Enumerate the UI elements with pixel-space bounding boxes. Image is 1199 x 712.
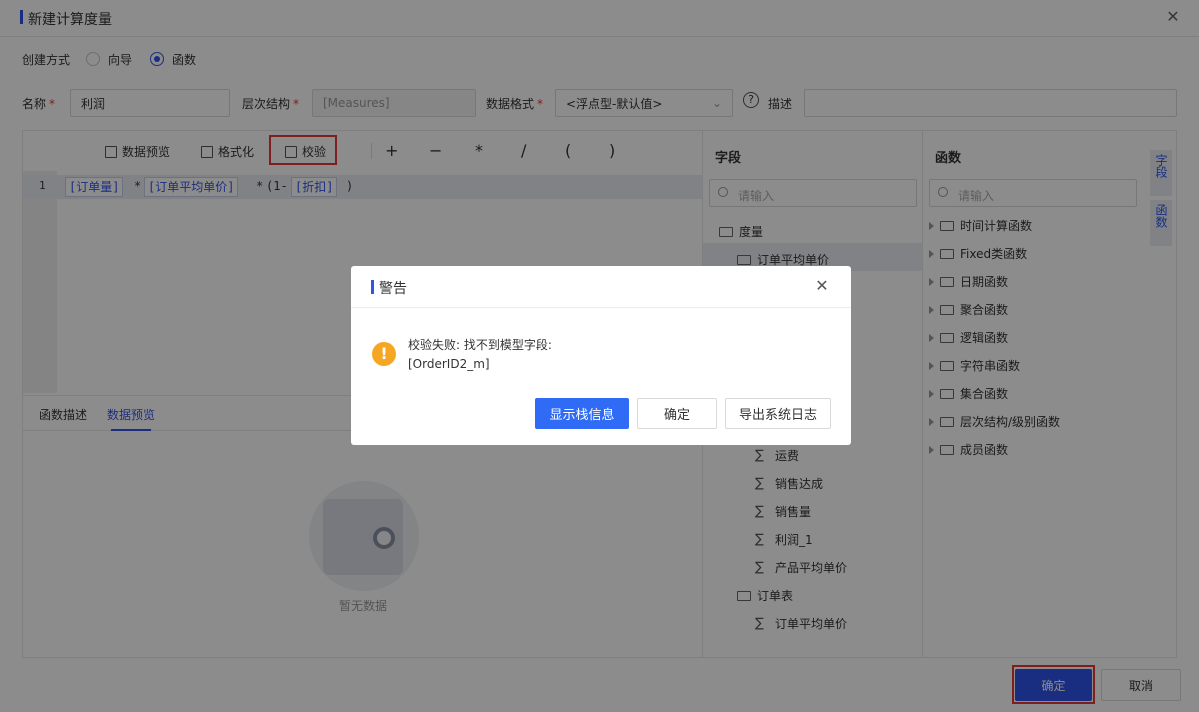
export-log-button[interactable]: 导出系统日志	[725, 398, 831, 429]
close-icon[interactable]: ✕	[813, 277, 831, 295]
alert-header: 警告 ✕	[351, 266, 851, 308]
alert-title: 警告	[379, 281, 407, 297]
alert-dialog: 警告 ✕ ! 校验失败: 找不到模型字段: [OrderID2_m] 显示栈信息…	[351, 266, 851, 445]
alert-ok-button[interactable]: 确定	[637, 398, 717, 429]
warning-icon: !	[372, 342, 396, 366]
alert-message: 校验失败: 找不到模型字段:	[408, 338, 552, 352]
alert-message-detail: [OrderID2_m]	[408, 357, 490, 371]
show-stack-button[interactable]: 显示栈信息	[535, 398, 629, 429]
alert-accent-bar	[371, 280, 374, 294]
